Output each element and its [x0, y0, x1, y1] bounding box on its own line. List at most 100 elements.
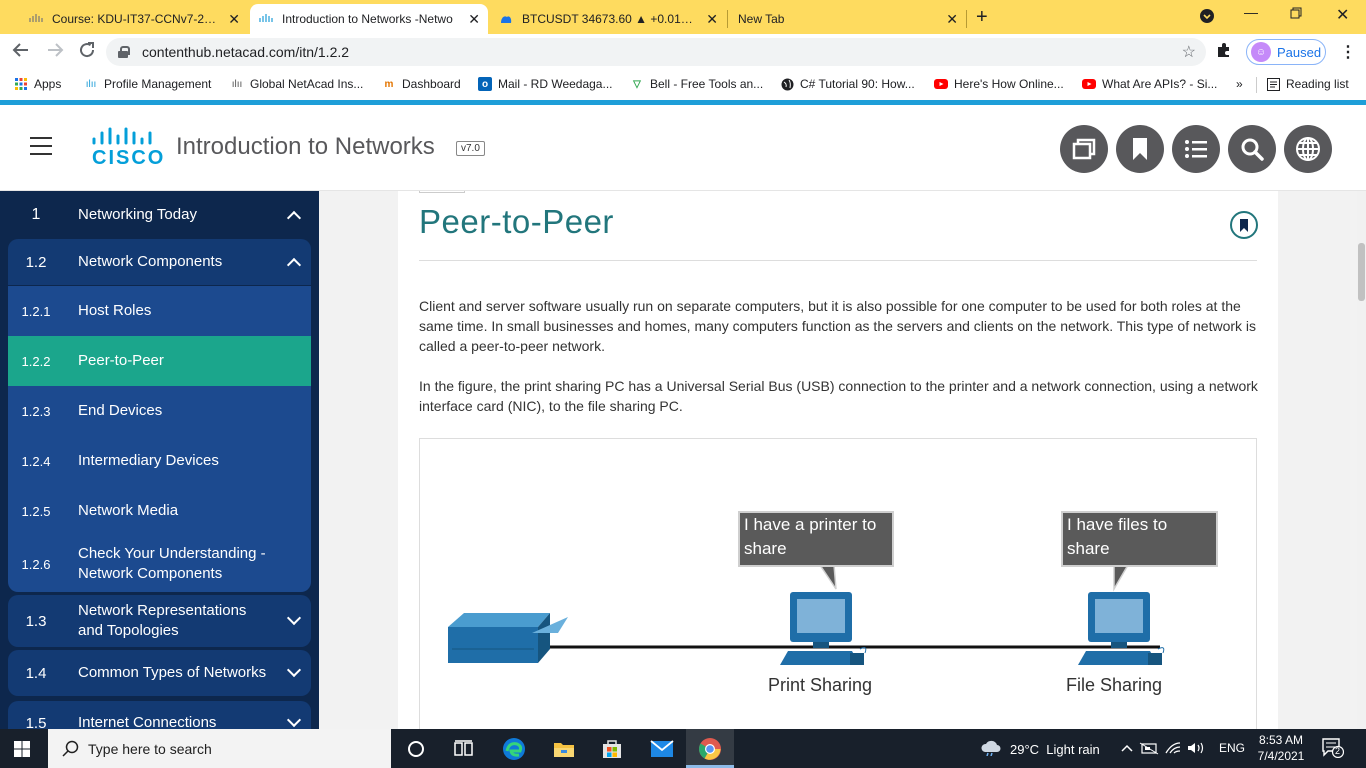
tab-btcusdt[interactable]: BTCUSDT 34673.60 ▲ +0.01% Ur ✕: [490, 4, 726, 34]
system-clock[interactable]: 8:53 AM 7/4/2021: [1256, 732, 1306, 764]
close-tab-icon[interactable]: ✕: [468, 11, 480, 28]
cisco-favicon-icon: ılıı: [85, 78, 97, 90]
tab-new-tab[interactable]: New Tab ✕: [730, 4, 966, 34]
profile-paused-button[interactable]: ☺ Paused: [1246, 39, 1326, 65]
section-number: 1.2: [25, 253, 47, 271]
task-view-icon[interactable]: [452, 737, 476, 761]
section-number: 1.2.1: [21, 303, 51, 319]
section-number: 1.3: [25, 612, 47, 630]
weather-text: 29°C Light rain: [1010, 742, 1100, 757]
bookmark-mail[interactable]: o Mail - RD Weedaga...: [478, 77, 613, 91]
sidebar-item-intermediary-devices[interactable]: 1.2.4 Intermediary Devices: [8, 436, 311, 486]
peer-to-peer-figure: I have a printer to share I have files t…: [419, 438, 1257, 729]
close-tab-icon[interactable]: ✕: [946, 11, 958, 28]
outlook-icon: o: [478, 77, 492, 91]
sidebar-item-internet-connections[interactable]: 1.5 Internet Connections: [8, 701, 311, 729]
chevron-down-icon[interactable]: [286, 712, 302, 728]
tab-course[interactable]: Course: KDU-IT37-CCNv7-2021-I ✕: [20, 4, 248, 34]
windows-icon: [1072, 138, 1096, 160]
toc-button[interactable]: [1172, 125, 1220, 173]
browser-menu-icon[interactable]: ⋮: [1340, 42, 1356, 62]
browser-tab-bar: Course: KDU-IT37-CCNv7-2021-I ✕ Introduc…: [0, 0, 1366, 34]
tab-title: Course: KDU-IT37-CCNv7-2021-I: [52, 12, 223, 26]
bookmark-dashboard[interactable]: m Dashboard: [382, 77, 461, 91]
reading-list-button[interactable]: Reading list: [1266, 77, 1349, 91]
label-print-sharing: Print Sharing: [768, 675, 873, 695]
tab-separator: [727, 10, 728, 28]
section-label: Network Components: [78, 253, 223, 270]
sidebar-item-host-roles[interactable]: 1.2.1 Host Roles: [8, 287, 311, 335]
microsoft-store-icon[interactable]: [600, 737, 624, 761]
close-tab-icon[interactable]: ✕: [228, 11, 240, 28]
weather-widget[interactable]: 29°C Light rain: [980, 740, 1100, 759]
search-placeholder: Type here to search: [88, 740, 212, 757]
cisco-logo[interactable]: CISCO: [88, 127, 163, 171]
sidebar-item-end-devices[interactable]: 1.2.3 End Devices: [8, 386, 311, 436]
reload-icon[interactable]: [78, 41, 96, 64]
chevron-down-icon[interactable]: [286, 662, 302, 678]
tab-search-icon[interactable]: [1199, 8, 1215, 27]
close-tab-icon[interactable]: ✕: [706, 11, 718, 28]
windows-taskbar: Type here to search 29°C Light rain ENG: [0, 729, 1366, 768]
section-label: End Devices: [78, 402, 163, 419]
more-bookmarks-button[interactable]: »: [1236, 77, 1243, 91]
search-button[interactable]: [1228, 125, 1276, 173]
file-explorer-icon[interactable]: [552, 737, 576, 761]
bookmark-online[interactable]: Here's How Online...: [934, 77, 1064, 91]
scrollbar-thumb[interactable]: [1358, 243, 1365, 301]
youtube-icon: [1082, 77, 1096, 91]
bookmark-csharp[interactable]: C# Tutorial 90: How...: [780, 77, 915, 91]
profile-status: Paused: [1277, 44, 1322, 60]
extensions-puzzle-icon[interactable]: [1216, 42, 1232, 63]
system-tray[interactable]: [1120, 740, 1212, 759]
chevron-down-icon[interactable]: [286, 610, 302, 626]
sidebar-item-check-understanding[interactable]: 1.2.6 Check Your Understanding - Network…: [8, 536, 311, 592]
windows-view-button[interactable]: [1060, 125, 1108, 173]
mail-icon[interactable]: [650, 737, 674, 761]
taskbar-search-box[interactable]: Type here to search: [48, 729, 391, 768]
sidebar-item-network-media[interactable]: 1.2.5 Network Media: [8, 486, 311, 536]
minimize-icon[interactable]: —: [1244, 4, 1258, 20]
new-tab-button[interactable]: +: [976, 6, 988, 29]
bookmark-label: Profile Management: [104, 77, 212, 91]
back-icon[interactable]: [12, 41, 30, 64]
list-icon: [1185, 140, 1207, 158]
bookmark-page-button[interactable]: [1230, 211, 1258, 239]
sidebar-item-network-components[interactable]: 1.2 Network Components: [8, 239, 311, 285]
close-window-icon[interactable]: ✕: [1336, 5, 1349, 25]
bookmarks-button[interactable]: [1116, 125, 1164, 173]
language-indicator[interactable]: ENG: [1219, 741, 1245, 755]
section-number: 1.4: [25, 664, 47, 682]
chevron-up-icon[interactable]: [286, 257, 302, 273]
bookmark-apis[interactable]: What Are APIs? - Si...: [1082, 77, 1217, 91]
speech-bubble-files: I have files to share: [1061, 511, 1218, 567]
action-center-icon[interactable]: 2: [1322, 738, 1345, 759]
section-number: 1.2.2: [21, 353, 51, 369]
hamburger-menu-icon[interactable]: [30, 137, 52, 155]
bookmark-label: Apps: [34, 77, 62, 91]
sidebar-item-network-representations[interactable]: 1.3 Network Representations and Topologi…: [8, 595, 311, 647]
course-header: CISCO Introduction to Networks v7.0: [0, 105, 1366, 191]
address-toolbar: contenthub.netacad.com/itn/1.2.2 ☆ ☺ Pau…: [0, 34, 1366, 70]
section-label: Intermediary Devices: [78, 452, 219, 469]
chevron-up-icon[interactable]: [286, 210, 302, 226]
restore-icon[interactable]: [1290, 6, 1302, 22]
sidebar-item-networking-today[interactable]: 1 Networking Today: [8, 191, 311, 239]
sidebar-item-peer-to-peer[interactable]: 1.2.2 Peer-to-Peer: [8, 336, 311, 386]
printer-icon: [448, 613, 568, 663]
windows-start-icon[interactable]: [14, 741, 30, 757]
bookmark-star-icon[interactable]: ☆: [1182, 42, 1196, 62]
bookmark-apps[interactable]: Apps: [14, 77, 61, 91]
apps-grid-icon: [14, 77, 28, 91]
bookmark-profile-management[interactable]: ılıı Profile Management: [84, 77, 212, 91]
cortana-icon[interactable]: [404, 737, 428, 761]
bookmark-bell[interactable]: ▽ Bell - Free Tools an...: [630, 77, 763, 91]
forward-icon[interactable]: [46, 41, 64, 64]
url-bar[interactable]: contenthub.netacad.com/itn/1.2.2 ☆: [106, 38, 1206, 66]
sidebar-item-common-types[interactable]: 1.4 Common Types of Networks: [8, 650, 311, 696]
edge-browser-icon[interactable]: [502, 737, 526, 761]
tab-intro-networks[interactable]: Introduction to Networks -Netwo ✕: [250, 4, 488, 34]
bookmark-global-netacad[interactable]: ılıı Global NetAcad Ins...: [230, 77, 364, 91]
language-button[interactable]: [1284, 125, 1332, 173]
section-number: 1: [31, 206, 41, 223]
